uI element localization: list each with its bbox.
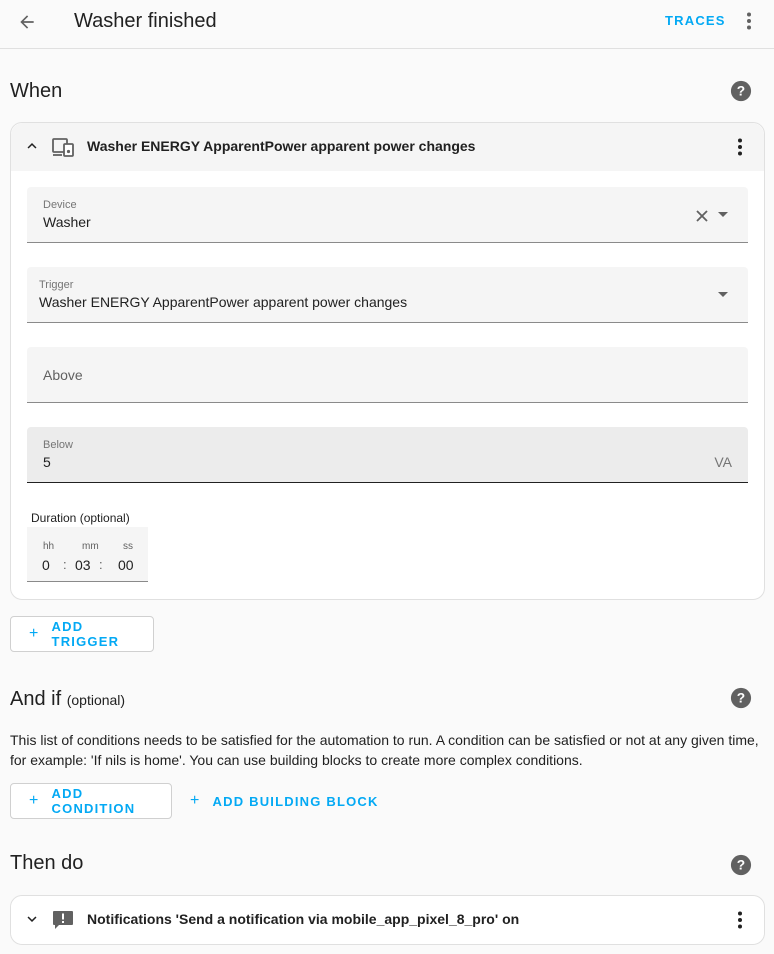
and-if-title: And if — [10, 688, 62, 710]
when-section-title: When — [10, 80, 63, 102]
duration-separator: : — [63, 557, 67, 572]
optional-label: (optional) — [66, 692, 126, 708]
chevron-up-icon[interactable] — [23, 137, 41, 155]
add-building-block-label: ADD BUILDING BLOCK — [212, 793, 379, 809]
arrow-left-icon — [20, 15, 34, 29]
arrow-drop-down-icon[interactable] — [717, 211, 729, 219]
then-do-section-title: Then do — [10, 852, 84, 874]
seconds-label: ss — [123, 541, 133, 552]
add-condition-label: ADD CONDITION — [51, 786, 136, 816]
arrow-drop-down-icon[interactable] — [717, 291, 729, 299]
above-placeholder: Above — [43, 367, 83, 383]
duration-separator: : — [99, 557, 103, 572]
svg-text:?: ? — [737, 691, 745, 706]
duration-label: Duration (optional) — [31, 511, 130, 525]
top-app-bar: Washer finished TRACES — [0, 0, 774, 49]
duration-input: hh 0 : mm 03 : ss 00 — [27, 527, 148, 582]
chevron-down-icon[interactable] — [23, 910, 41, 928]
svg-text:?: ? — [737, 84, 745, 99]
plus-icon: + — [29, 792, 40, 809]
svg-text:?: ? — [737, 858, 745, 873]
plus-icon: + — [190, 792, 201, 809]
device-select[interactable]: Device Washer — [27, 187, 748, 243]
below-value: 5 — [43, 454, 51, 470]
help-circle-icon[interactable]: ? — [730, 854, 752, 876]
help-circle-icon[interactable]: ? — [730, 687, 752, 709]
hours-label: hh — [43, 541, 55, 552]
traces-button[interactable]: TRACES — [665, 13, 726, 28]
trigger-card-header[interactable]: Washer ENERGY ApparentPower apparent pow… — [11, 123, 764, 171]
help-circle-icon[interactable]: ? — [730, 80, 752, 102]
back-button[interactable] — [14, 9, 40, 35]
dots-vertical-icon — [747, 12, 751, 30]
trigger-value: Washer ENERGY ApparentPower apparent pow… — [39, 294, 408, 310]
device-hub-icon — [52, 138, 74, 157]
trigger-card: Washer ENERGY ApparentPower apparent pow… — [10, 122, 765, 600]
add-condition-button[interactable]: + ADD CONDITION — [10, 783, 172, 819]
action-title: Notifications 'Send a notification via m… — [87, 911, 520, 927]
action-card: Notifications 'Send a notification via m… — [10, 895, 765, 945]
dots-vertical-icon — [738, 911, 742, 929]
trigger-title: Washer ENERGY ApparentPower apparent pow… — [87, 138, 476, 154]
trigger-menu-button[interactable] — [731, 136, 749, 158]
add-trigger-label: ADD TRIGGER — [51, 619, 120, 649]
device-label: Device — [43, 199, 77, 211]
and-if-section-title: And if (optional) — [10, 688, 125, 711]
close-icon[interactable] — [695, 209, 709, 223]
message-alert-icon — [53, 911, 73, 929]
trigger-label: Trigger — [39, 279, 74, 291]
above-input[interactable]: Above — [27, 347, 748, 403]
trigger-select[interactable]: Trigger Washer ENERGY ApparentPower appa… — [27, 267, 748, 323]
dots-vertical-icon — [738, 138, 742, 156]
page-title: Washer finished — [74, 10, 217, 32]
action-card-header[interactable]: Notifications 'Send a notification via m… — [11, 896, 764, 944]
add-trigger-button[interactable]: + ADD TRIGGER — [10, 616, 154, 652]
minutes-field[interactable]: 03 — [75, 557, 91, 573]
seconds-field[interactable]: 00 — [118, 557, 134, 573]
overflow-menu-button[interactable] — [739, 9, 759, 33]
device-value: Washer — [43, 214, 91, 230]
below-label: Below — [43, 439, 73, 451]
below-input[interactable]: Below 5 VA — [27, 427, 748, 483]
add-building-block-button[interactable]: + ADD BUILDING BLOCK — [190, 783, 379, 819]
hours-field[interactable]: 0 — [42, 557, 50, 573]
action-menu-button[interactable] — [731, 909, 749, 931]
plus-icon: + — [29, 625, 40, 642]
minutes-label: mm — [82, 541, 99, 552]
below-unit: VA — [714, 454, 732, 470]
conditions-description: This list of conditions needs to be sati… — [10, 732, 759, 768]
